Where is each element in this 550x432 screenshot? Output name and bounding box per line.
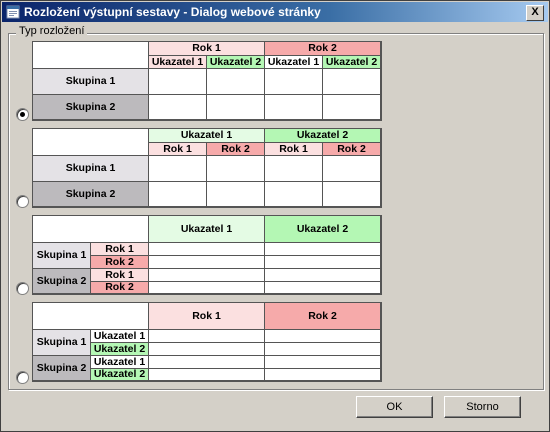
row-group-2: Skupina 2	[33, 182, 149, 207]
radio-layout-4[interactable]	[16, 371, 29, 384]
title-bar[interactable]: Rozložení výstupní sestavy - Dialog webo…	[2, 2, 548, 22]
data-cell	[149, 356, 265, 369]
data-cell	[149, 243, 265, 256]
radio-layout-3[interactable]	[16, 282, 29, 295]
header-year-2: Rok 2	[265, 303, 381, 330]
data-cell	[265, 269, 381, 282]
data-cell	[149, 269, 265, 282]
layout-preview-3: Ukazatel 1 Ukazatel 2 Skupina 1 Skupina …	[32, 215, 382, 295]
dialog-window: Rozložení výstupní sestavy - Dialog webo…	[0, 0, 550, 432]
data-cell	[207, 182, 265, 207]
radio-layout-1[interactable]	[16, 108, 29, 121]
close-icon: X	[531, 6, 539, 18]
header-indicator-2: Ukazatel 2	[265, 129, 381, 143]
data-cell	[149, 343, 265, 356]
row-year-2: Rok 2	[91, 282, 149, 294]
layout-preview-4: Rok 1 Rok 2 Skupina 1 Skupina 2 Ukazatel…	[32, 302, 382, 382]
layout-preview-2: Ukazatel 1 Ukazatel 2 Rok 1 Rok 2 Rok 1 …	[32, 128, 382, 208]
data-cell	[265, 356, 381, 369]
row-indicator-1: Ukazatel 1	[91, 356, 149, 369]
data-cell	[265, 156, 323, 182]
row-group-2: Skupina 2	[33, 269, 91, 294]
row-group-1: Skupina 1	[33, 156, 149, 182]
header-year-2: Rok 2	[207, 143, 265, 156]
corner-cell	[33, 303, 149, 330]
data-cell	[207, 95, 265, 120]
row-year-2: Rok 2	[91, 256, 149, 269]
header-year-2: Rok 2	[265, 42, 381, 56]
header-year-1: Rok 1	[149, 303, 265, 330]
header-indicator-2: Ukazatel 2	[207, 56, 265, 69]
row-indicator-2: Ukazatel 2	[91, 343, 149, 356]
data-cell	[149, 69, 207, 95]
header-indicator-1: Ukazatel 1	[149, 129, 265, 143]
header-year-1: Rok 1	[265, 143, 323, 156]
header-year-1: Rok 1	[149, 143, 207, 156]
data-cell	[323, 69, 381, 95]
data-cell	[323, 95, 381, 120]
data-cell	[149, 330, 265, 343]
window-title: Rozložení výstupní sestavy - Dialog webo…	[24, 5, 321, 19]
row-group-2: Skupina 2	[33, 95, 149, 120]
row-group-1: Skupina 1	[33, 243, 91, 269]
header-year-1: Rok 1	[149, 42, 265, 56]
data-cell	[149, 95, 207, 120]
page-icon	[6, 5, 20, 19]
data-cell	[149, 282, 265, 294]
radio-layout-2[interactable]	[16, 195, 29, 208]
data-cell	[265, 95, 323, 120]
data-cell	[149, 369, 265, 381]
data-cell	[265, 256, 381, 269]
header-indicator-1: Ukazatel 1	[149, 56, 207, 69]
data-cell	[265, 282, 381, 294]
data-cell	[265, 343, 381, 356]
data-cell	[149, 256, 265, 269]
header-indicator-1: Ukazatel 1	[265, 56, 323, 69]
data-cell	[323, 182, 381, 207]
header-year-2: Rok 2	[323, 143, 381, 156]
corner-cell	[33, 216, 149, 243]
data-cell	[265, 243, 381, 256]
data-cell	[149, 182, 207, 207]
layout-preview-1: Rok 1 Rok 2 Ukazatel 1 Ukazatel 2 Ukazat…	[32, 41, 382, 121]
group-legend: Typ rozložení	[16, 25, 88, 37]
data-cell	[207, 69, 265, 95]
data-cell	[149, 156, 207, 182]
header-indicator-1: Ukazatel 1	[149, 216, 265, 243]
row-year-1: Rok 1	[91, 243, 149, 256]
row-year-1: Rok 1	[91, 269, 149, 282]
data-cell	[207, 156, 265, 182]
corner-cell	[33, 42, 149, 69]
data-cell	[265, 330, 381, 343]
row-group-1: Skupina 1	[33, 69, 149, 95]
radio-dot	[20, 112, 25, 117]
header-indicator-2: Ukazatel 2	[323, 56, 381, 69]
row-group-1: Skupina 1	[33, 330, 91, 356]
data-cell	[265, 69, 323, 95]
row-indicator-2: Ukazatel 2	[91, 369, 149, 381]
data-cell	[265, 182, 323, 207]
row-group-2: Skupina 2	[33, 356, 91, 381]
data-cell	[323, 156, 381, 182]
corner-cell	[33, 129, 149, 156]
data-cell	[265, 369, 381, 381]
cancel-button[interactable]: Storno	[444, 396, 521, 418]
close-button[interactable]: X	[526, 5, 544, 21]
ok-button[interactable]: OK	[356, 396, 433, 418]
header-indicator-2: Ukazatel 2	[265, 216, 381, 243]
row-indicator-1: Ukazatel 1	[91, 330, 149, 343]
